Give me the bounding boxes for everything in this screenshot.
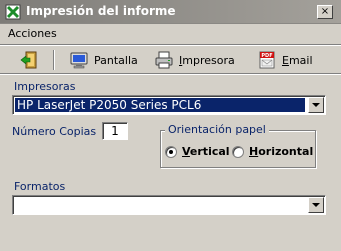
close-icon: × (320, 6, 330, 17)
svg-text:PDF: PDF (261, 53, 272, 59)
radio-vertical-label: Vertical (182, 145, 230, 158)
print-dialog-window: Impresión del informe × Acciones Pantall… (0, 0, 341, 251)
formats-label: Formatos (14, 180, 66, 193)
close-button[interactable]: × (317, 5, 333, 19)
copies-input[interactable]: 1 (102, 122, 128, 140)
printer-button[interactable]: Impresora (155, 49, 235, 71)
toolbar-divider (53, 50, 55, 70)
printer-button-label: Impresora (179, 53, 235, 67)
radio-horizontal-indicator[interactable] (232, 145, 244, 158)
toolbar: Pantalla Impresora PDF Email (0, 46, 341, 74)
printers-label: Impresoras (14, 80, 76, 93)
printer-dropdown-button[interactable] (308, 97, 324, 113)
printer-icon (155, 51, 173, 69)
screen-button[interactable]: Pantalla (70, 49, 138, 71)
menu-bar: Acciones (0, 24, 341, 44)
printer-select-value: HP LaserJet P2050 Series PCL6 (15, 98, 305, 112)
menu-acciones[interactable]: Acciones (8, 27, 57, 40)
exit-button[interactable] (20, 49, 38, 71)
radio-vertical-indicator[interactable] (165, 145, 177, 158)
title-bar[interactable]: Impresión del informe × (0, 0, 341, 24)
screen-button-label: Pantalla (94, 53, 138, 67)
toolbar-separator (0, 73, 341, 75)
email-button-label: Email (282, 53, 313, 67)
printer-select[interactable]: HP LaserJet P2050 Series PCL6 (12, 95, 326, 115)
window-title: Impresión del informe (26, 4, 176, 18)
format-dropdown-button[interactable] (308, 197, 324, 213)
email-button[interactable]: PDF Email (258, 49, 313, 71)
format-select[interactable] (12, 195, 326, 215)
exit-door-icon (20, 51, 37, 69)
radio-vertical[interactable]: Vertical (165, 145, 230, 158)
copies-label: Número Copias (12, 125, 97, 138)
radio-horizontal-label: Horizontal (249, 145, 314, 158)
monitor-icon (70, 52, 88, 69)
radio-horizontal[interactable]: Horizontal (232, 145, 313, 158)
orientation-group-title: Orientación papel (165, 123, 269, 136)
pdf-email-icon: PDF (259, 51, 275, 69)
app-icon (5, 4, 21, 20)
